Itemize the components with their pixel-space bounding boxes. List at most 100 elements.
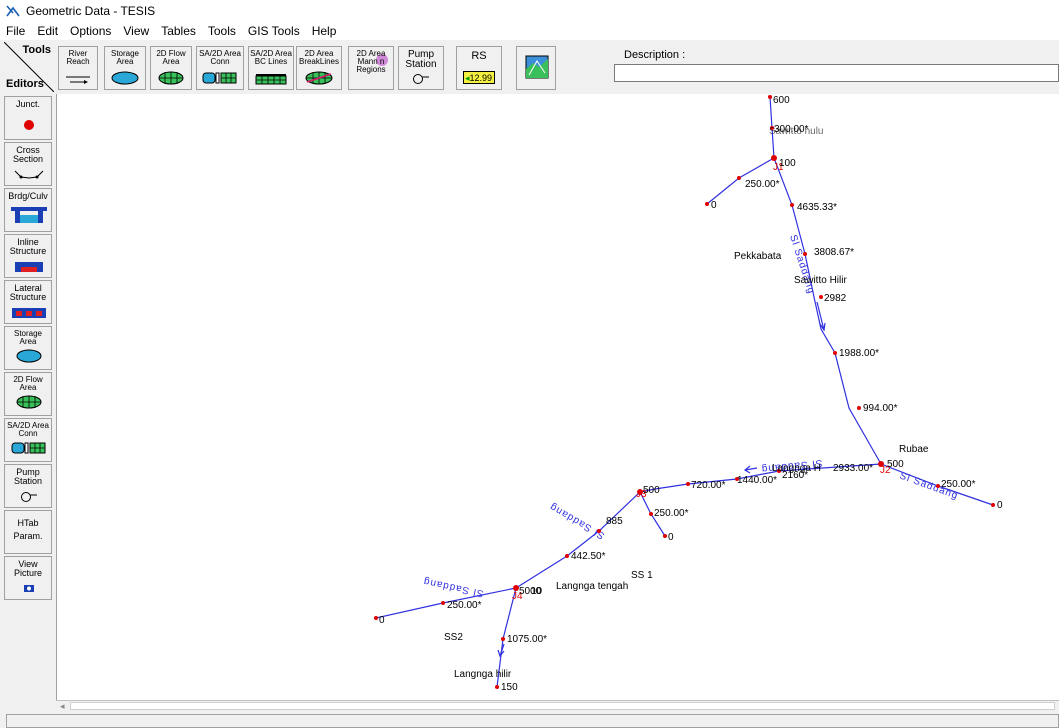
htab-param-editor-button[interactable]: HTab Param. [4, 510, 52, 554]
menu-file[interactable]: File [0, 24, 31, 38]
2d-flow-area-button[interactable]: 2D Flow Area [150, 46, 192, 90]
xs-node[interactable] [441, 601, 445, 605]
station-label: 0 [668, 532, 674, 543]
pump-icon [413, 74, 429, 84]
title-bar: Geometric Data - TESIS [0, 0, 1059, 22]
2d-flow-grid-icon [158, 71, 184, 85]
river-reach-label-2: Reach [66, 57, 90, 66]
reach-langnga-tengah[interactable] [515, 491, 641, 589]
menu-view[interactable]: View [117, 24, 155, 38]
menu-gis-tools[interactable]: GIS Tools [242, 24, 306, 38]
2d-breaklines-label-2: BreakLines [298, 57, 340, 66]
window-title: Geometric Data - TESIS [26, 4, 156, 18]
xs-node[interactable] [686, 482, 690, 486]
sa-2d-conn-icon [202, 72, 237, 84]
storage-area-label-2: Area [116, 57, 134, 66]
junction-editor-button[interactable]: Junct. [4, 96, 52, 140]
cross-section-label-2: Section [12, 154, 44, 164]
station-label: 250.00* [745, 179, 780, 190]
xs-node[interactable] [501, 637, 505, 641]
river-network-map[interactable]: Sl Saddang Sl Saddang Sl Saddang Sl Sadd… [57, 94, 1059, 700]
breaklines-icon [305, 71, 333, 85]
menu-edit[interactable]: Edit [31, 24, 64, 38]
description-input[interactable] [614, 64, 1059, 82]
station-label: 500 [887, 459, 904, 470]
2d-flow-area-editor-button[interactable]: 2D Flow Area [4, 372, 52, 416]
reach-label-sawitto-hilir: Sawitto Hilir [794, 275, 847, 286]
pump-station-button[interactable]: Pump Station [398, 46, 444, 90]
view-picture-editor-button[interactable]: View Picture [4, 556, 52, 600]
cross-section-icon [14, 170, 44, 179]
xs-node[interactable] [936, 484, 940, 488]
station-label: 600 [773, 95, 790, 106]
station-label: 885 [606, 516, 623, 527]
inline-structure-label-2: Structure [9, 246, 47, 256]
bridge-culvert-label: Brdg/Culv [8, 191, 48, 201]
pump-station-editor-button[interactable]: Pump Station [4, 464, 52, 508]
xs-node[interactable] [991, 503, 995, 507]
station-label: 720.00* [691, 480, 726, 491]
reach-label-rubae: Rubae [899, 444, 929, 455]
reach-ss2[interactable] [375, 587, 517, 619]
menu-options[interactable]: Options [64, 24, 117, 38]
gis-map-button[interactable] [516, 46, 556, 90]
bridge-culvert-editor-button[interactable]: Brdg/Culv [4, 188, 52, 232]
station-label: 150 [501, 682, 518, 693]
menu-help[interactable]: Help [306, 24, 343, 38]
tools-editors-corner: Tools Editors [4, 42, 54, 92]
2d-flow-editor-icon [16, 395, 42, 409]
sa-2d-bc-lines-button[interactable]: SA/2D Area BC Lines [248, 46, 294, 90]
xs-node[interactable] [565, 554, 569, 558]
xs-node[interactable] [803, 252, 807, 256]
xs-node[interactable] [819, 295, 823, 299]
xs-node[interactable] [790, 203, 794, 207]
junction-labels: J1 J2 J3 J4 [512, 162, 891, 602]
station-label: 250.00* [447, 600, 482, 611]
xs-node[interactable] [768, 95, 772, 99]
xs-node[interactable] [857, 406, 861, 410]
sa-2d-conn-editor-button[interactable]: SA/2D Area Conn [4, 418, 52, 462]
scroll-left-icon[interactable]: ◂ [60, 701, 65, 712]
sa-2d-conn-editor-label-2: Conn [18, 429, 38, 438]
station-label: 2982 [824, 293, 847, 304]
station-label: 1988.00* [839, 348, 879, 359]
xs-node[interactable] [705, 202, 709, 206]
storage-area-button[interactable]: Storage Area [104, 46, 146, 90]
htab-label-1: HTab [17, 518, 39, 528]
tools-label: Tools [22, 44, 51, 56]
geometry-canvas[interactable]: Sl Saddang Sl Saddang Sl Saddang Sl Sadd… [56, 94, 1059, 700]
xs-node[interactable] [737, 176, 741, 180]
inline-structure-editor-button[interactable]: Inline Structure [4, 234, 52, 278]
xs-node[interactable] [495, 685, 499, 689]
junction-j1-node[interactable] [771, 155, 777, 161]
bc-lines-icon [255, 74, 287, 85]
flow-arrow-icon [743, 465, 758, 474]
pump-station-label-2: Station [405, 59, 437, 70]
station-label: 250.00* [654, 508, 689, 519]
sa-2d-conn-button[interactable]: SA/2D Area Conn [196, 46, 244, 90]
sa-2d-bc-lines-label-2: BC Lines [254, 57, 288, 66]
station-label: 994.00* [863, 403, 898, 414]
scrollbar-thumb[interactable] [70, 702, 1055, 710]
mann-n-regions-button[interactable]: 2D Area Mann n Regions [348, 46, 394, 90]
cross-section-editor-button[interactable]: Cross Section [4, 142, 52, 186]
station-label: 442.50* [571, 551, 606, 562]
status-bar [6, 714, 1059, 728]
station-label: 250.00* [941, 479, 976, 490]
bridge-icon [11, 207, 47, 223]
lateral-structure-editor-button[interactable]: Lateral Structure [4, 280, 52, 324]
storage-area-editor-button[interactable]: Storage Area [4, 326, 52, 370]
xs-node[interactable] [374, 616, 378, 620]
river-station-button[interactable]: RS ◂ 12.99 [456, 46, 502, 90]
xs-node[interactable] [649, 512, 653, 516]
xs-node[interactable] [833, 351, 837, 355]
2d-breaklines-button[interactable]: 2D Area BreakLines [296, 46, 342, 90]
menu-tables[interactable]: Tables [155, 24, 202, 38]
horizontal-scrollbar[interactable]: ◂ [56, 700, 1059, 711]
menu-tools[interactable]: Tools [202, 24, 242, 38]
xs-node[interactable] [597, 529, 601, 533]
xs-node[interactable] [663, 534, 667, 538]
river-label-langnga-tengah: Sl Saddang [548, 501, 607, 541]
station-label: 3808.67* [814, 247, 854, 258]
river-reach-button[interactable]: River Reach [58, 46, 98, 90]
